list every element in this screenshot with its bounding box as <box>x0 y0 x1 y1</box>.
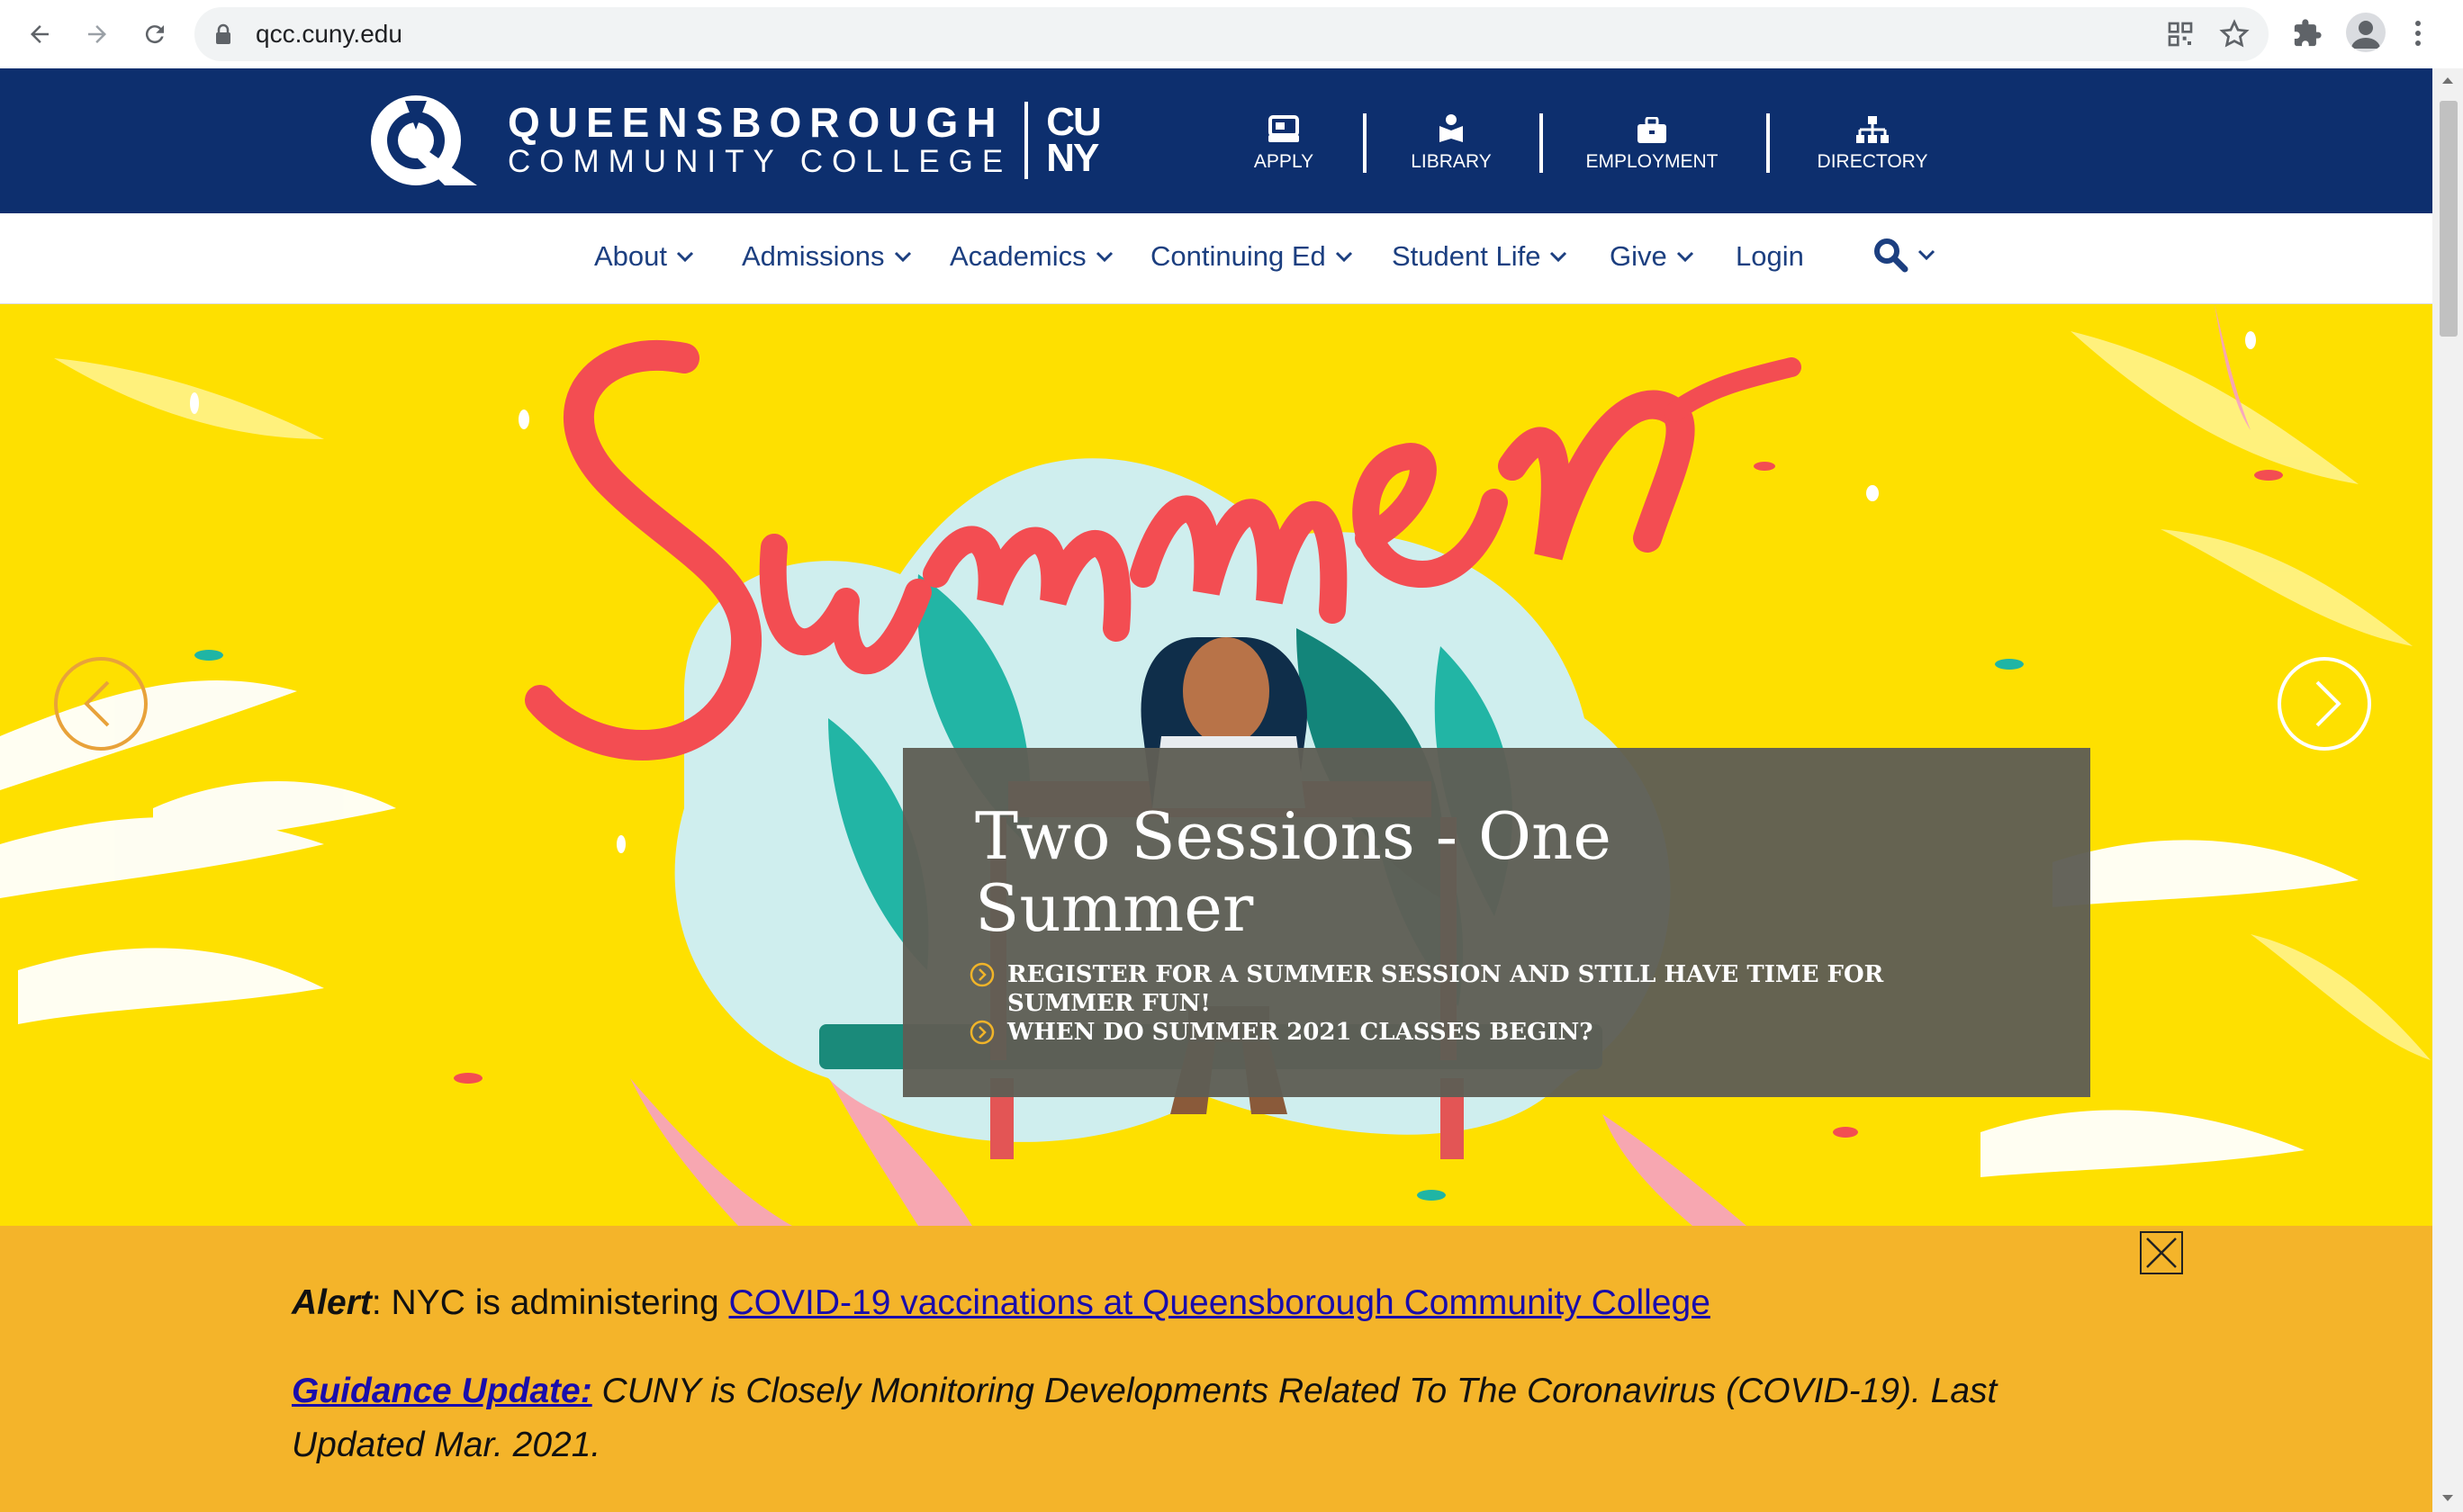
logo-line-1: QUEENSBOROUGH <box>508 99 1005 146</box>
nav-student-life[interactable]: Student Life <box>1392 240 1567 273</box>
utility-label: LIBRARY <box>1411 151 1492 172</box>
chevron-down-icon <box>1917 249 1935 261</box>
main-navigation: About Admissions Academics Continuing Ed… <box>0 213 2432 304</box>
alert-prefix: Alert <box>292 1283 372 1322</box>
utility-separator <box>1766 113 1770 173</box>
chevron-down-icon <box>894 251 911 263</box>
utility-label: DIRECTORY <box>1817 151 1928 172</box>
utility-separator <box>1363 113 1367 173</box>
hero-carousel[interactable]: Two Sessions - One Summer REGISTER FOR A… <box>0 304 2432 1226</box>
page-scrollbar[interactable] <box>2432 68 2463 1512</box>
utility-label: APPLY <box>1253 151 1314 172</box>
nav-label: Academics <box>950 240 1087 272</box>
nav-search[interactable] <box>1872 237 1935 273</box>
nav-label: Admissions <box>742 240 885 272</box>
utility-link-directory[interactable]: DIRECTORY <box>1800 112 1944 173</box>
utility-link-apply[interactable]: APPLY <box>1239 112 1329 173</box>
browser-toolbar: qcc.cuny.edu <box>0 0 2463 68</box>
url-text[interactable]: qcc.cuny.edu <box>256 20 402 49</box>
vaccination-link[interactable]: COVID-19 vaccinations at Queensborough C… <box>729 1283 1710 1322</box>
forward-icon[interactable] <box>77 14 117 54</box>
nav-about[interactable]: About <box>594 240 694 273</box>
college-logo[interactable]: QUEENSBOROUGH COMMUNITY COLLEGE CU NY <box>369 94 1102 187</box>
reload-icon[interactable] <box>135 14 175 54</box>
slide-caption: Two Sessions - One Summer REGISTER FOR A… <box>903 748 2090 1097</box>
nav-give[interactable]: Give <box>1610 240 1694 273</box>
slide-link-label: REGISTER FOR A SUMMER SESSION AND STILL … <box>1007 961 1884 1017</box>
apply-icon <box>1239 112 1329 144</box>
chevron-down-icon <box>1096 251 1113 263</box>
circle-arrow-icon <box>970 962 995 987</box>
site-header: QUEENSBOROUGH COMMUNITY COLLEGE CU NY AP… <box>0 68 2432 213</box>
slide-link-register[interactable]: REGISTER FOR A SUMMER SESSION AND STILL … <box>970 960 1996 1018</box>
cuny-logo: CU NY <box>1046 100 1102 180</box>
library-icon <box>1397 112 1505 144</box>
nav-continuing-ed[interactable]: Continuing Ed <box>1150 240 1353 273</box>
chevron-down-icon <box>676 251 694 263</box>
browser-menu-icon[interactable] <box>2413 18 2423 49</box>
address-bar[interactable]: qcc.cuny.edu <box>194 7 2269 61</box>
scroll-down-arrow-icon[interactable] <box>2441 1494 2454 1503</box>
cuny-line-2: NY <box>1046 136 1099 180</box>
carousel-next-button[interactable] <box>2276 655 2373 752</box>
qr-code-icon[interactable] <box>2166 20 2195 49</box>
profile-avatar-icon[interactable] <box>2346 13 2386 52</box>
qcc-logo-mark-icon <box>369 94 481 187</box>
nav-label: Continuing Ed <box>1150 240 1326 272</box>
briefcase-icon <box>1579 112 1725 144</box>
chevron-down-icon <box>1676 251 1693 263</box>
org-chart-icon <box>1800 112 1944 144</box>
nav-label: About <box>594 240 668 272</box>
lock-icon <box>214 23 232 45</box>
scrollbar-thumb[interactable] <box>2440 101 2458 337</box>
chevron-down-icon <box>1335 251 1352 263</box>
chevron-left-icon <box>54 657 148 751</box>
alert-vaccination: Alert: NYC is administering COVID-19 vac… <box>292 1283 1710 1323</box>
guidance-update-link[interactable]: Guidance Update: <box>292 1372 592 1410</box>
utility-link-employment[interactable]: EMPLOYMENT <box>1579 112 1725 173</box>
utility-separator <box>1539 113 1543 173</box>
nav-admissions[interactable]: Admissions <box>742 240 912 273</box>
logo-divider <box>1024 102 1029 179</box>
chevron-down-icon <box>1550 251 1567 263</box>
carousel-prev-button[interactable] <box>52 655 149 752</box>
utility-label: EMPLOYMENT <box>1585 151 1719 172</box>
nav-label: Student Life <box>1392 240 1541 272</box>
nav-login[interactable]: Login <box>1736 240 1804 273</box>
nav-academics[interactable]: Academics <box>950 240 1114 273</box>
slide-title: Two Sessions - One Summer <box>975 798 1611 946</box>
slide-link-classes-begin[interactable]: WHEN DO SUMMER 2021 CLASSES BEGIN? <box>970 1018 1996 1047</box>
cuny-line-1: CU <box>1046 100 1102 144</box>
alert-guidance: Guidance Update: CUNY is Closely Monitor… <box>292 1364 2002 1472</box>
alert-close-button[interactable] <box>2140 1231 2183 1274</box>
chevron-right-icon <box>2278 657 2371 751</box>
search-icon <box>1874 238 1908 273</box>
alert-text: : NYC is administering <box>371 1283 729 1322</box>
nav-label: Give <box>1610 240 1667 272</box>
alert-banner: Alert: NYC is administering COVID-19 vac… <box>0 1226 2432 1512</box>
slide-link-label: WHEN DO SUMMER 2021 CLASSES BEGIN? <box>1007 1019 1593 1046</box>
utility-link-library[interactable]: LIBRARY <box>1397 112 1505 173</box>
nav-label: Login <box>1736 240 1804 272</box>
bookmark-star-icon[interactable] <box>2218 18 2251 50</box>
close-icon <box>2146 1238 2177 1268</box>
circle-arrow-icon <box>970 1020 995 1045</box>
scroll-up-arrow-icon[interactable] <box>2441 76 2454 85</box>
extensions-puzzle-icon[interactable] <box>2292 18 2323 49</box>
back-icon[interactable] <box>20 14 59 54</box>
logo-line-2: COMMUNITY COLLEGE <box>508 144 1013 179</box>
